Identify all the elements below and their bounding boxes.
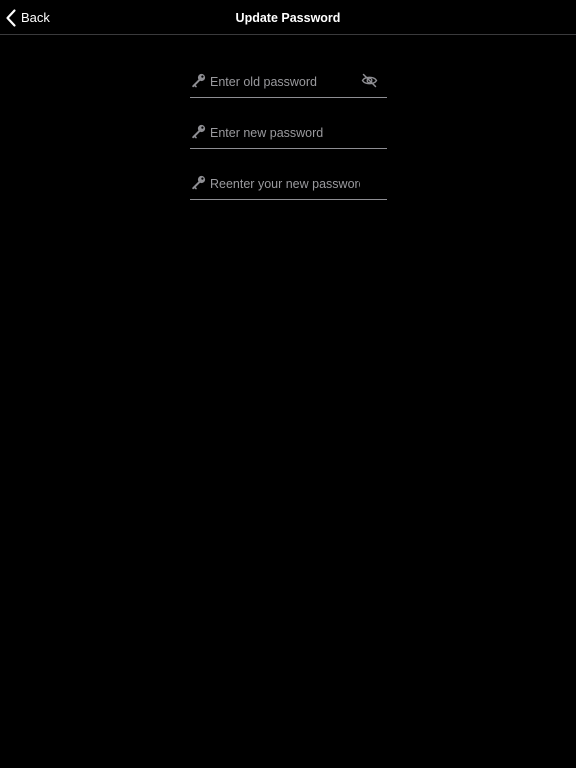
new-password-input[interactable] bbox=[210, 124, 360, 142]
confirm-password-input[interactable] bbox=[210, 175, 360, 193]
page-title: Update Password bbox=[235, 11, 341, 25]
new-password-field bbox=[190, 117, 387, 149]
update-password-form bbox=[190, 66, 387, 219]
key-icon bbox=[192, 124, 206, 139]
confirm-password-field bbox=[190, 168, 387, 200]
eye-slash-icon[interactable] bbox=[361, 73, 378, 88]
old-password-field bbox=[190, 66, 387, 98]
key-icon bbox=[192, 73, 206, 88]
key-icon bbox=[192, 175, 206, 190]
old-password-input[interactable] bbox=[210, 73, 360, 91]
navigation-bar: Back Update Password bbox=[0, 0, 576, 35]
